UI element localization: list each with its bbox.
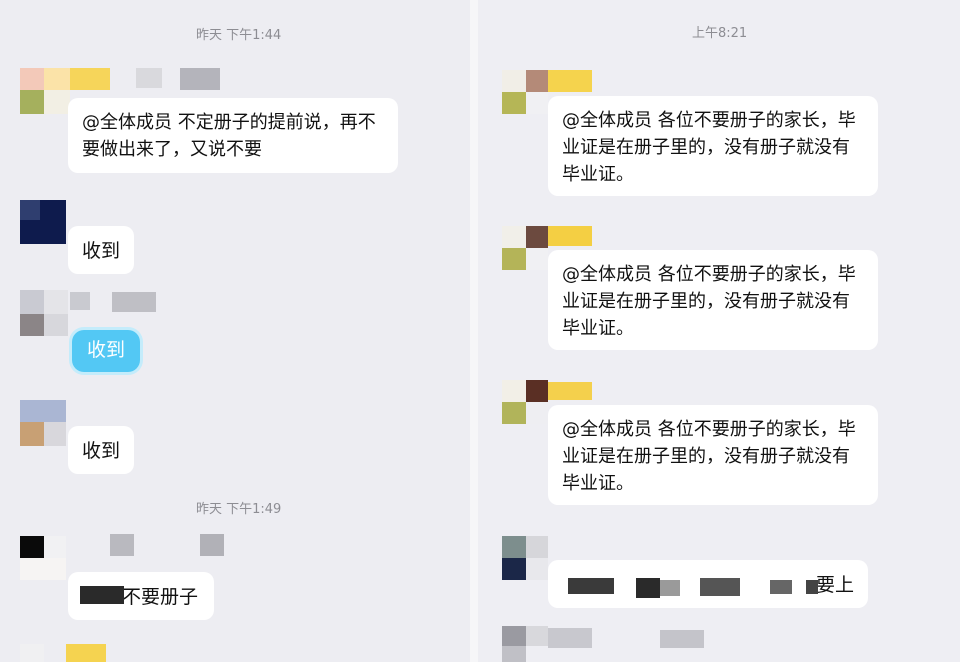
sender-name-redacted: [180, 68, 220, 90]
sender-name-redacted: [112, 292, 156, 312]
avatar[interactable]: [502, 626, 548, 662]
redaction-bar: [806, 580, 818, 594]
redaction-bar: [80, 586, 124, 604]
message-bubble[interactable]: @全体成员 各位不要册子的家长，毕业证是在册子里的，没有册子就没有毕业证。: [548, 96, 878, 196]
message-text: @全体成员 各位不要册子的家长，毕业证是在册子里的，没有册子就没有毕业证。: [562, 419, 856, 494]
timestamp: 昨天 下午1:44: [196, 28, 282, 43]
sender-name-redacted: [548, 628, 592, 648]
avatar[interactable]: [20, 68, 70, 114]
timestamp: 上午8:21: [692, 26, 748, 41]
avatar[interactable]: [502, 380, 548, 424]
message-bubble[interactable]: 要上: [548, 560, 868, 608]
sender-name-redacted: [548, 382, 592, 400]
timestamp: 昨天 下午1:49: [196, 502, 282, 517]
message-text: @全体成员 各位不要册子的家长，毕业证是在册子里的，没有册子就没有毕业证。: [562, 110, 856, 185]
redaction-bar: [700, 578, 740, 596]
message-text: 收到: [82, 240, 121, 262]
redaction-bar: [770, 580, 792, 594]
avatar[interactable]: [502, 70, 548, 114]
sender-name-redacted: [110, 534, 134, 556]
redaction-bar: [660, 580, 680, 596]
avatar[interactable]: [502, 226, 548, 270]
avatar[interactable]: [502, 536, 548, 580]
avatar[interactable]: [20, 290, 68, 336]
message-bubble[interactable]: 收到: [68, 226, 134, 274]
message-text: 不要册子: [122, 586, 199, 608]
message-bubble[interactable]: 收到: [72, 330, 140, 372]
message-bubble[interactable]: @全体成员 各位不要册子的家长，毕业证是在册子里的，没有册子就没有毕业证。: [548, 250, 878, 350]
left-chat-panel[interactable]: 昨天 下午1:44 @全体成员 不定册子的提前说，再不要做出来了，又说不要 收到…: [0, 0, 470, 662]
avatar[interactable]: [20, 536, 66, 580]
sender-name-redacted: [136, 68, 162, 88]
message-text: @全体成员 各位不要册子的家长，毕业证是在册子里的，没有册子就没有毕业证。: [562, 264, 856, 339]
message-bubble[interactable]: @全体成员 不定册子的提前说，再不要做出来了，又说不要: [68, 98, 398, 173]
redaction-bar: [636, 578, 660, 598]
sender-name-redacted: [660, 630, 704, 648]
sender-name-redacted: [70, 292, 90, 310]
message-bubble[interactable]: 不要册子: [68, 572, 214, 620]
sender-name-redacted: [200, 534, 224, 556]
message-text: 要上: [815, 574, 854, 596]
panel-divider: [470, 0, 478, 662]
message-bubble[interactable]: 收到: [68, 426, 134, 474]
right-chat-panel[interactable]: 上午8:21 @全体成员 各位不要册子的家长，毕业证是在册子里的，没有册子就没有…: [478, 0, 960, 662]
avatar[interactable]: [20, 400, 66, 446]
avatar[interactable]: [20, 200, 66, 244]
message-text: @全体成员 不定册子的提前说，再不要做出来了，又说不要: [82, 112, 376, 160]
avatar[interactable]: [20, 644, 110, 662]
sender-name-redacted: [548, 226, 592, 246]
message-text: 收到: [82, 440, 121, 462]
sender-name-redacted: [548, 70, 592, 92]
sender-name-redacted: [70, 68, 110, 90]
message-text: 收到: [86, 339, 125, 361]
message-bubble[interactable]: @全体成员 各位不要册子的家长，毕业证是在册子里的，没有册子就没有毕业证。: [548, 405, 878, 505]
redaction-bar: [568, 578, 614, 594]
